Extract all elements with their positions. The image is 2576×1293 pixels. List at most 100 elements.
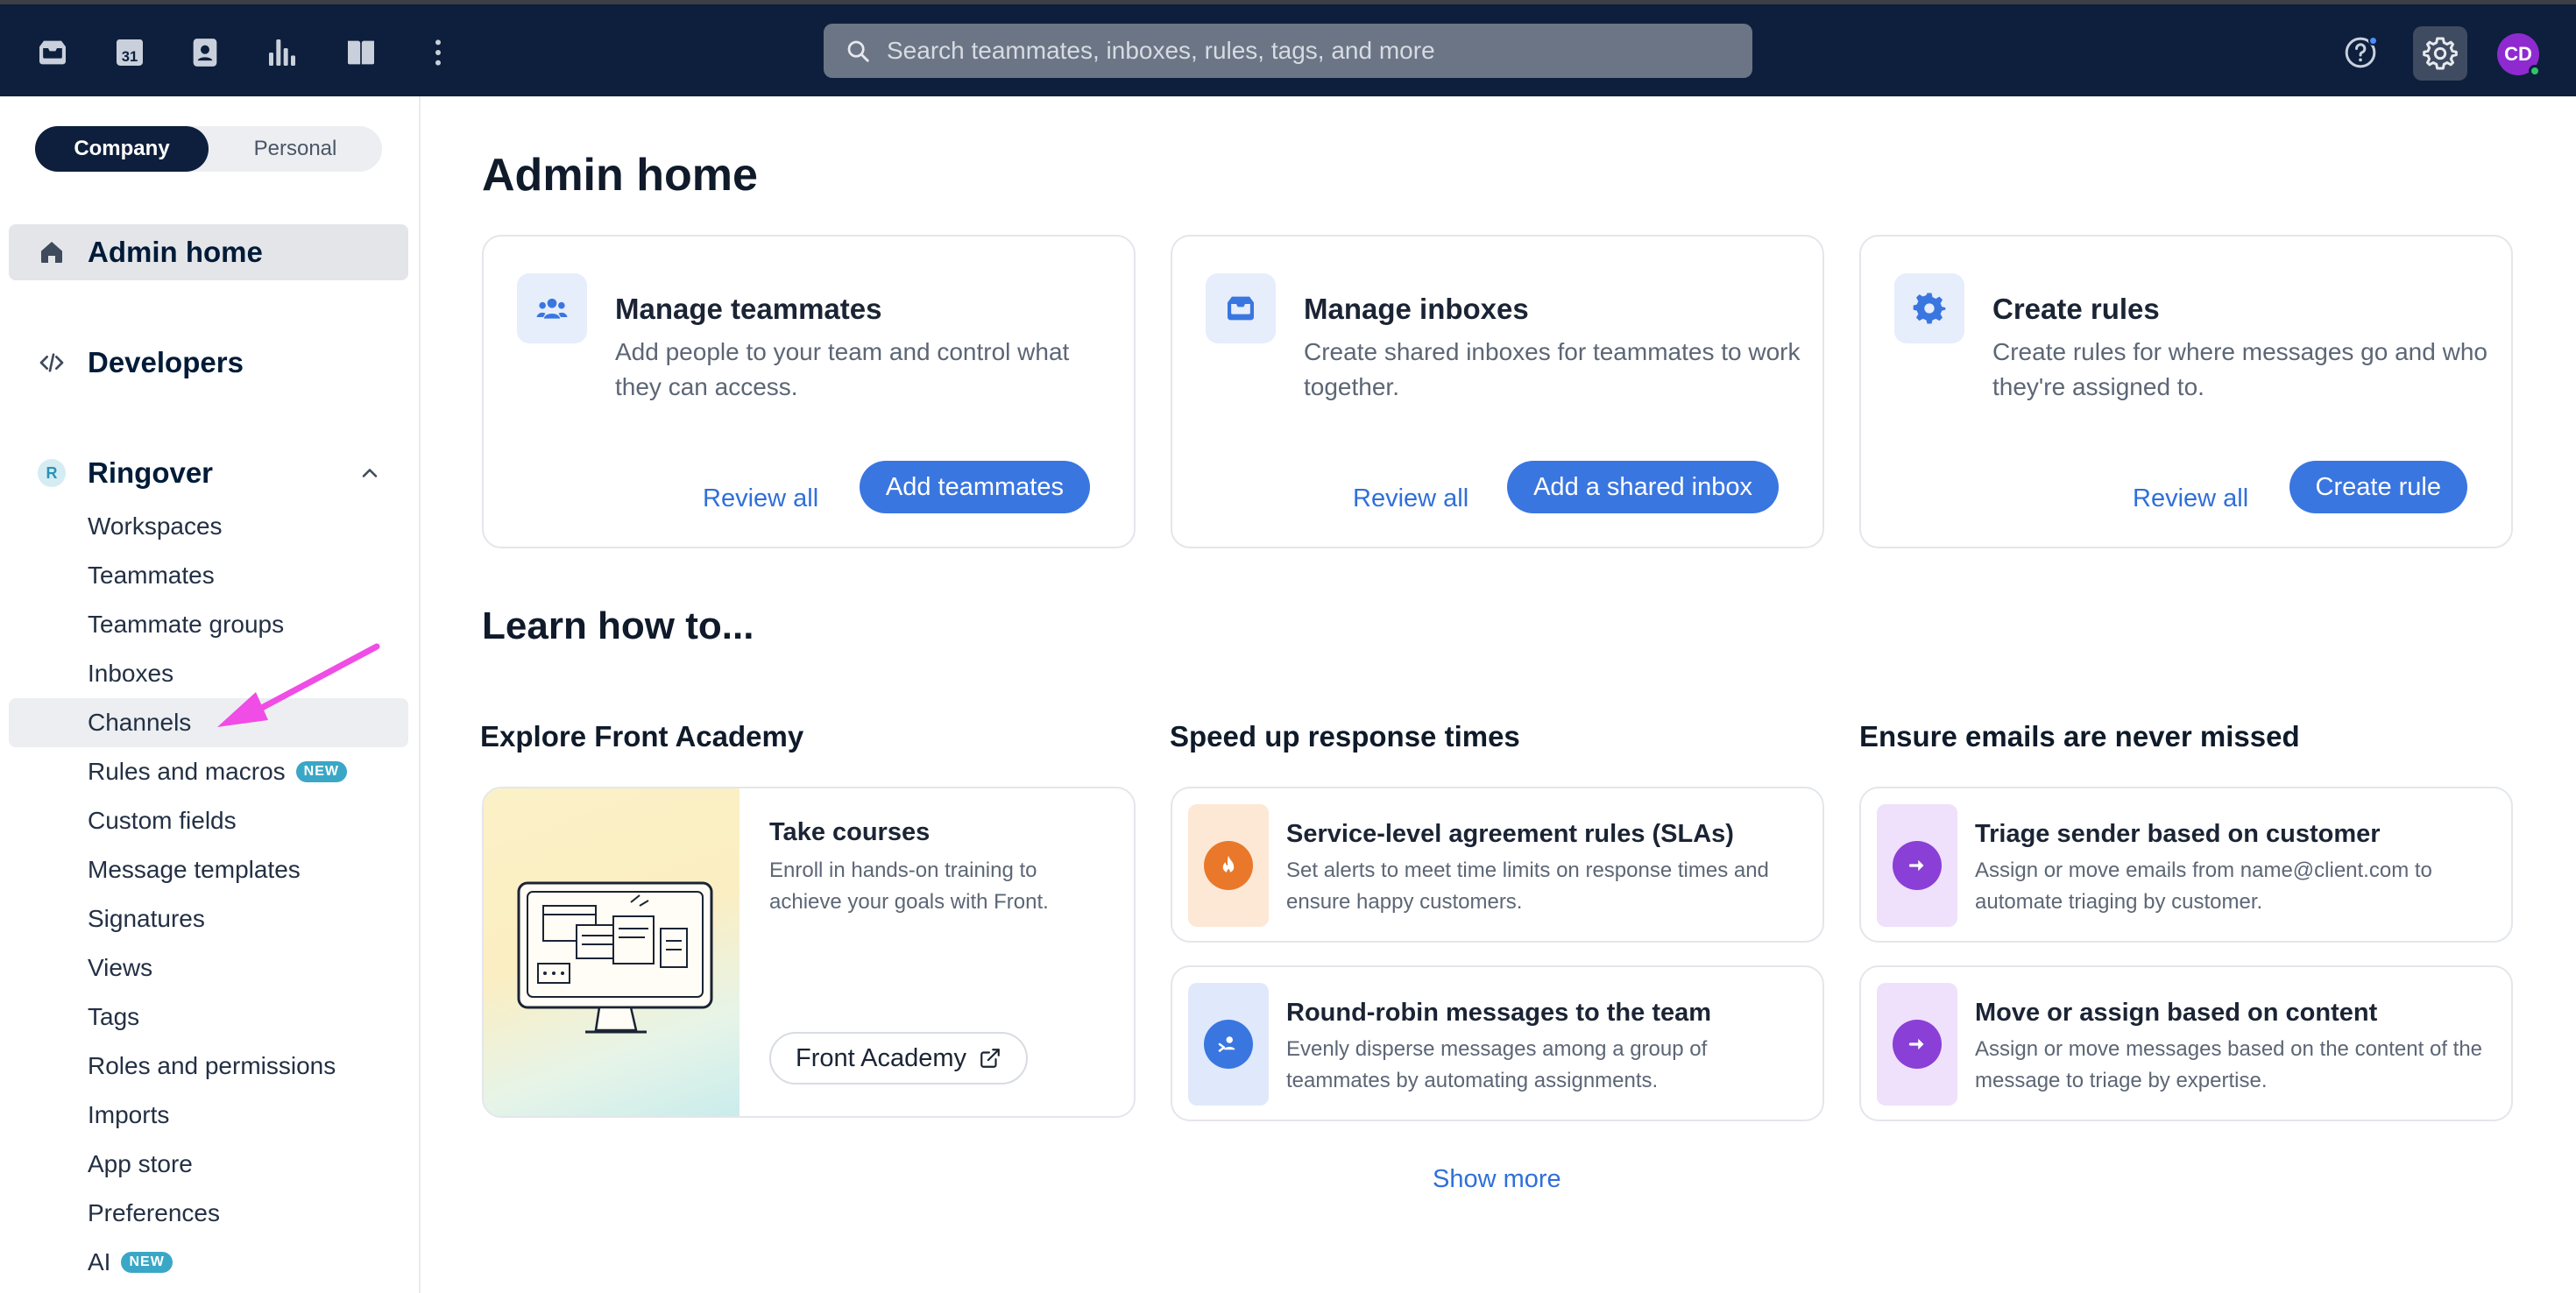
search-input[interactable] — [887, 37, 1728, 65]
chevron-up-icon[interactable] — [357, 461, 382, 485]
sidebar-item-label: Preferences — [88, 1199, 220, 1226]
sidebar-item-teammates[interactable]: Teammates — [9, 551, 408, 600]
tip-round-robin[interactable]: Round-robin messages to the team Evenly … — [1171, 965, 1824, 1121]
tip-sla-rules[interactable]: Service-level agreement rules (SLAs) Set… — [1171, 787, 1824, 943]
arrow-right-icon — [1893, 1020, 1942, 1069]
card-title: Manage teammates — [615, 293, 882, 325]
nav-admin-home[interactable]: Admin home — [9, 224, 408, 280]
workspace-badge: R — [38, 459, 66, 487]
card-description: Add people to your team and control what… — [615, 338, 1070, 400]
sidebar-item-label: Roles and permissions — [88, 1052, 336, 1079]
card-title: Create rules — [1992, 293, 2160, 325]
review-all-inboxes-link[interactable]: Review all — [1353, 484, 1468, 513]
academy-title: Take courses — [769, 818, 931, 846]
knowledge-base-icon[interactable] — [342, 33, 380, 72]
column-title-emails-missed: Ensure emails are never missed — [1859, 720, 2300, 752]
analytics-icon[interactable] — [263, 33, 301, 72]
card-title: Manage inboxes — [1304, 293, 1529, 325]
workspace-ringover[interactable]: R Ringover — [9, 445, 408, 501]
sidebar-item-label: Tags — [88, 1003, 140, 1030]
sidebar-item-tags[interactable]: Tags — [9, 993, 408, 1042]
fire-icon — [1204, 841, 1253, 890]
search-icon — [847, 40, 869, 62]
scope-toggle: Company Personal — [35, 126, 382, 172]
sidebar-item-message-templates[interactable]: Message templates — [9, 845, 408, 894]
sidebar-item-label: AI — [88, 1248, 111, 1275]
online-status-dot — [2529, 65, 2541, 77]
rules-gear-icon — [1894, 273, 1964, 343]
academy-description: Enroll in hands-on training to achieve y… — [769, 858, 1049, 914]
sidebar-item-label: Channels — [88, 709, 192, 736]
inbox-icon — [1206, 273, 1276, 343]
help-icon[interactable] — [2341, 33, 2380, 72]
arrow-right-icon — [1893, 841, 1942, 890]
sidebar-item-label: Inboxes — [88, 660, 174, 687]
column-title-academy: Explore Front Academy — [480, 720, 804, 752]
add-teammates-button[interactable]: Add teammates — [859, 461, 1090, 513]
home-icon — [37, 237, 67, 267]
settings-icon — [2423, 37, 2458, 70]
review-all-rules-link[interactable]: Review all — [2133, 484, 2248, 513]
sidebar-item-views[interactable]: Views — [9, 943, 408, 993]
sidebar-item-label: Views — [88, 954, 153, 981]
personal-tab[interactable]: Personal — [209, 126, 382, 172]
front-academy-card: Take courses Enroll in hands-on training… — [482, 787, 1136, 1118]
workspace-name: Ringover — [88, 456, 214, 489]
tip-title: Round-robin messages to the team — [1286, 999, 1712, 1027]
tip-title: Move or assign based on content — [1975, 999, 2378, 1027]
sidebar-item-label: Imports — [88, 1101, 170, 1128]
avatar-initials: CD — [2504, 43, 2532, 65]
nav-developers-label: Developers — [88, 346, 244, 378]
search-bar[interactable] — [824, 24, 1752, 78]
add-shared-inbox-button[interactable]: Add a shared inbox — [1507, 461, 1779, 513]
front-academy-button[interactable]: Front Academy — [769, 1032, 1029, 1085]
front-academy-button-label: Front Academy — [796, 1043, 967, 1072]
sidebar-item-preferences[interactable]: Preferences — [9, 1189, 408, 1238]
sidebar-item-roles-and-permissions[interactable]: Roles and permissions — [9, 1042, 408, 1091]
learn-section-title: Learn how to... — [482, 604, 754, 647]
tip-description: Assign or move messages based on the con… — [1975, 1037, 2483, 1092]
show-more-link[interactable]: Show more — [1433, 1165, 1561, 1194]
column-title-response-times: Speed up response times — [1170, 720, 1520, 752]
review-all-teammates-link[interactable]: Review all — [703, 484, 818, 513]
nav-developers[interactable]: Developers — [9, 335, 408, 391]
top-bar: 31 CD — [0, 0, 2576, 96]
page-title: Admin home — [482, 150, 758, 201]
sidebar-item-signatures[interactable]: Signatures — [9, 894, 408, 943]
tip-title: Service-level agreement rules (SLAs) — [1286, 820, 1734, 848]
sidebar-item-workspaces[interactable]: Workspaces — [9, 502, 408, 551]
company-tab[interactable]: Company — [35, 126, 209, 172]
calendar-day-label: 31 — [122, 48, 138, 65]
sidebar-item-app-store[interactable]: App store — [9, 1140, 408, 1189]
tip-description: Evenly disperse messages among a group o… — [1286, 1037, 1708, 1092]
sidebar-item-imports[interactable]: Imports — [9, 1091, 408, 1140]
sidebar-item-rules-and-macros[interactable]: Rules and macros NEW — [9, 747, 408, 796]
teammates-icon — [517, 273, 587, 343]
sidebar-item-label: Teammate groups — [88, 611, 285, 638]
card-create-rules: Create rules Create rules for where mess… — [1859, 235, 2513, 548]
calendar-icon[interactable]: 31 — [110, 33, 149, 72]
sidebar-item-label: Workspaces — [88, 512, 223, 540]
user-avatar[interactable]: CD — [2497, 33, 2541, 77]
card-description: Create rules for where messages go and w… — [1992, 338, 2488, 400]
tip-description: Set alerts to meet time limits on respon… — [1286, 858, 1769, 914]
card-manage-inboxes: Manage inboxes Create shared inboxes for… — [1171, 235, 1824, 548]
contacts-icon[interactable] — [186, 33, 224, 72]
settings-button[interactable] — [2413, 26, 2467, 81]
tip-title: Triage sender based on customer — [1975, 820, 2381, 848]
annotation-arrow — [217, 643, 380, 727]
nav-admin-home-label: Admin home — [88, 236, 263, 268]
tip-description: Assign or move emails from name@client.c… — [1975, 858, 2432, 914]
tip-triage-sender[interactable]: Triage sender based on customer Assign o… — [1859, 787, 2513, 943]
inbox-icon[interactable] — [33, 33, 72, 72]
notification-dot — [2368, 36, 2378, 46]
more-icon[interactable] — [419, 33, 457, 72]
code-icon — [37, 348, 67, 378]
sidebar-item-custom-fields[interactable]: Custom fields — [9, 796, 408, 845]
create-rule-button[interactable]: Create rule — [2289, 461, 2467, 513]
tip-move-or-assign[interactable]: Move or assign based on content Assign o… — [1859, 965, 2513, 1121]
sidebar-item-label: Rules and macros — [88, 758, 286, 785]
round-robin-icon — [1204, 1020, 1253, 1069]
sidebar-item-label: Custom fields — [88, 807, 237, 834]
sidebar-item-ai[interactable]: AI NEW — [9, 1238, 408, 1287]
